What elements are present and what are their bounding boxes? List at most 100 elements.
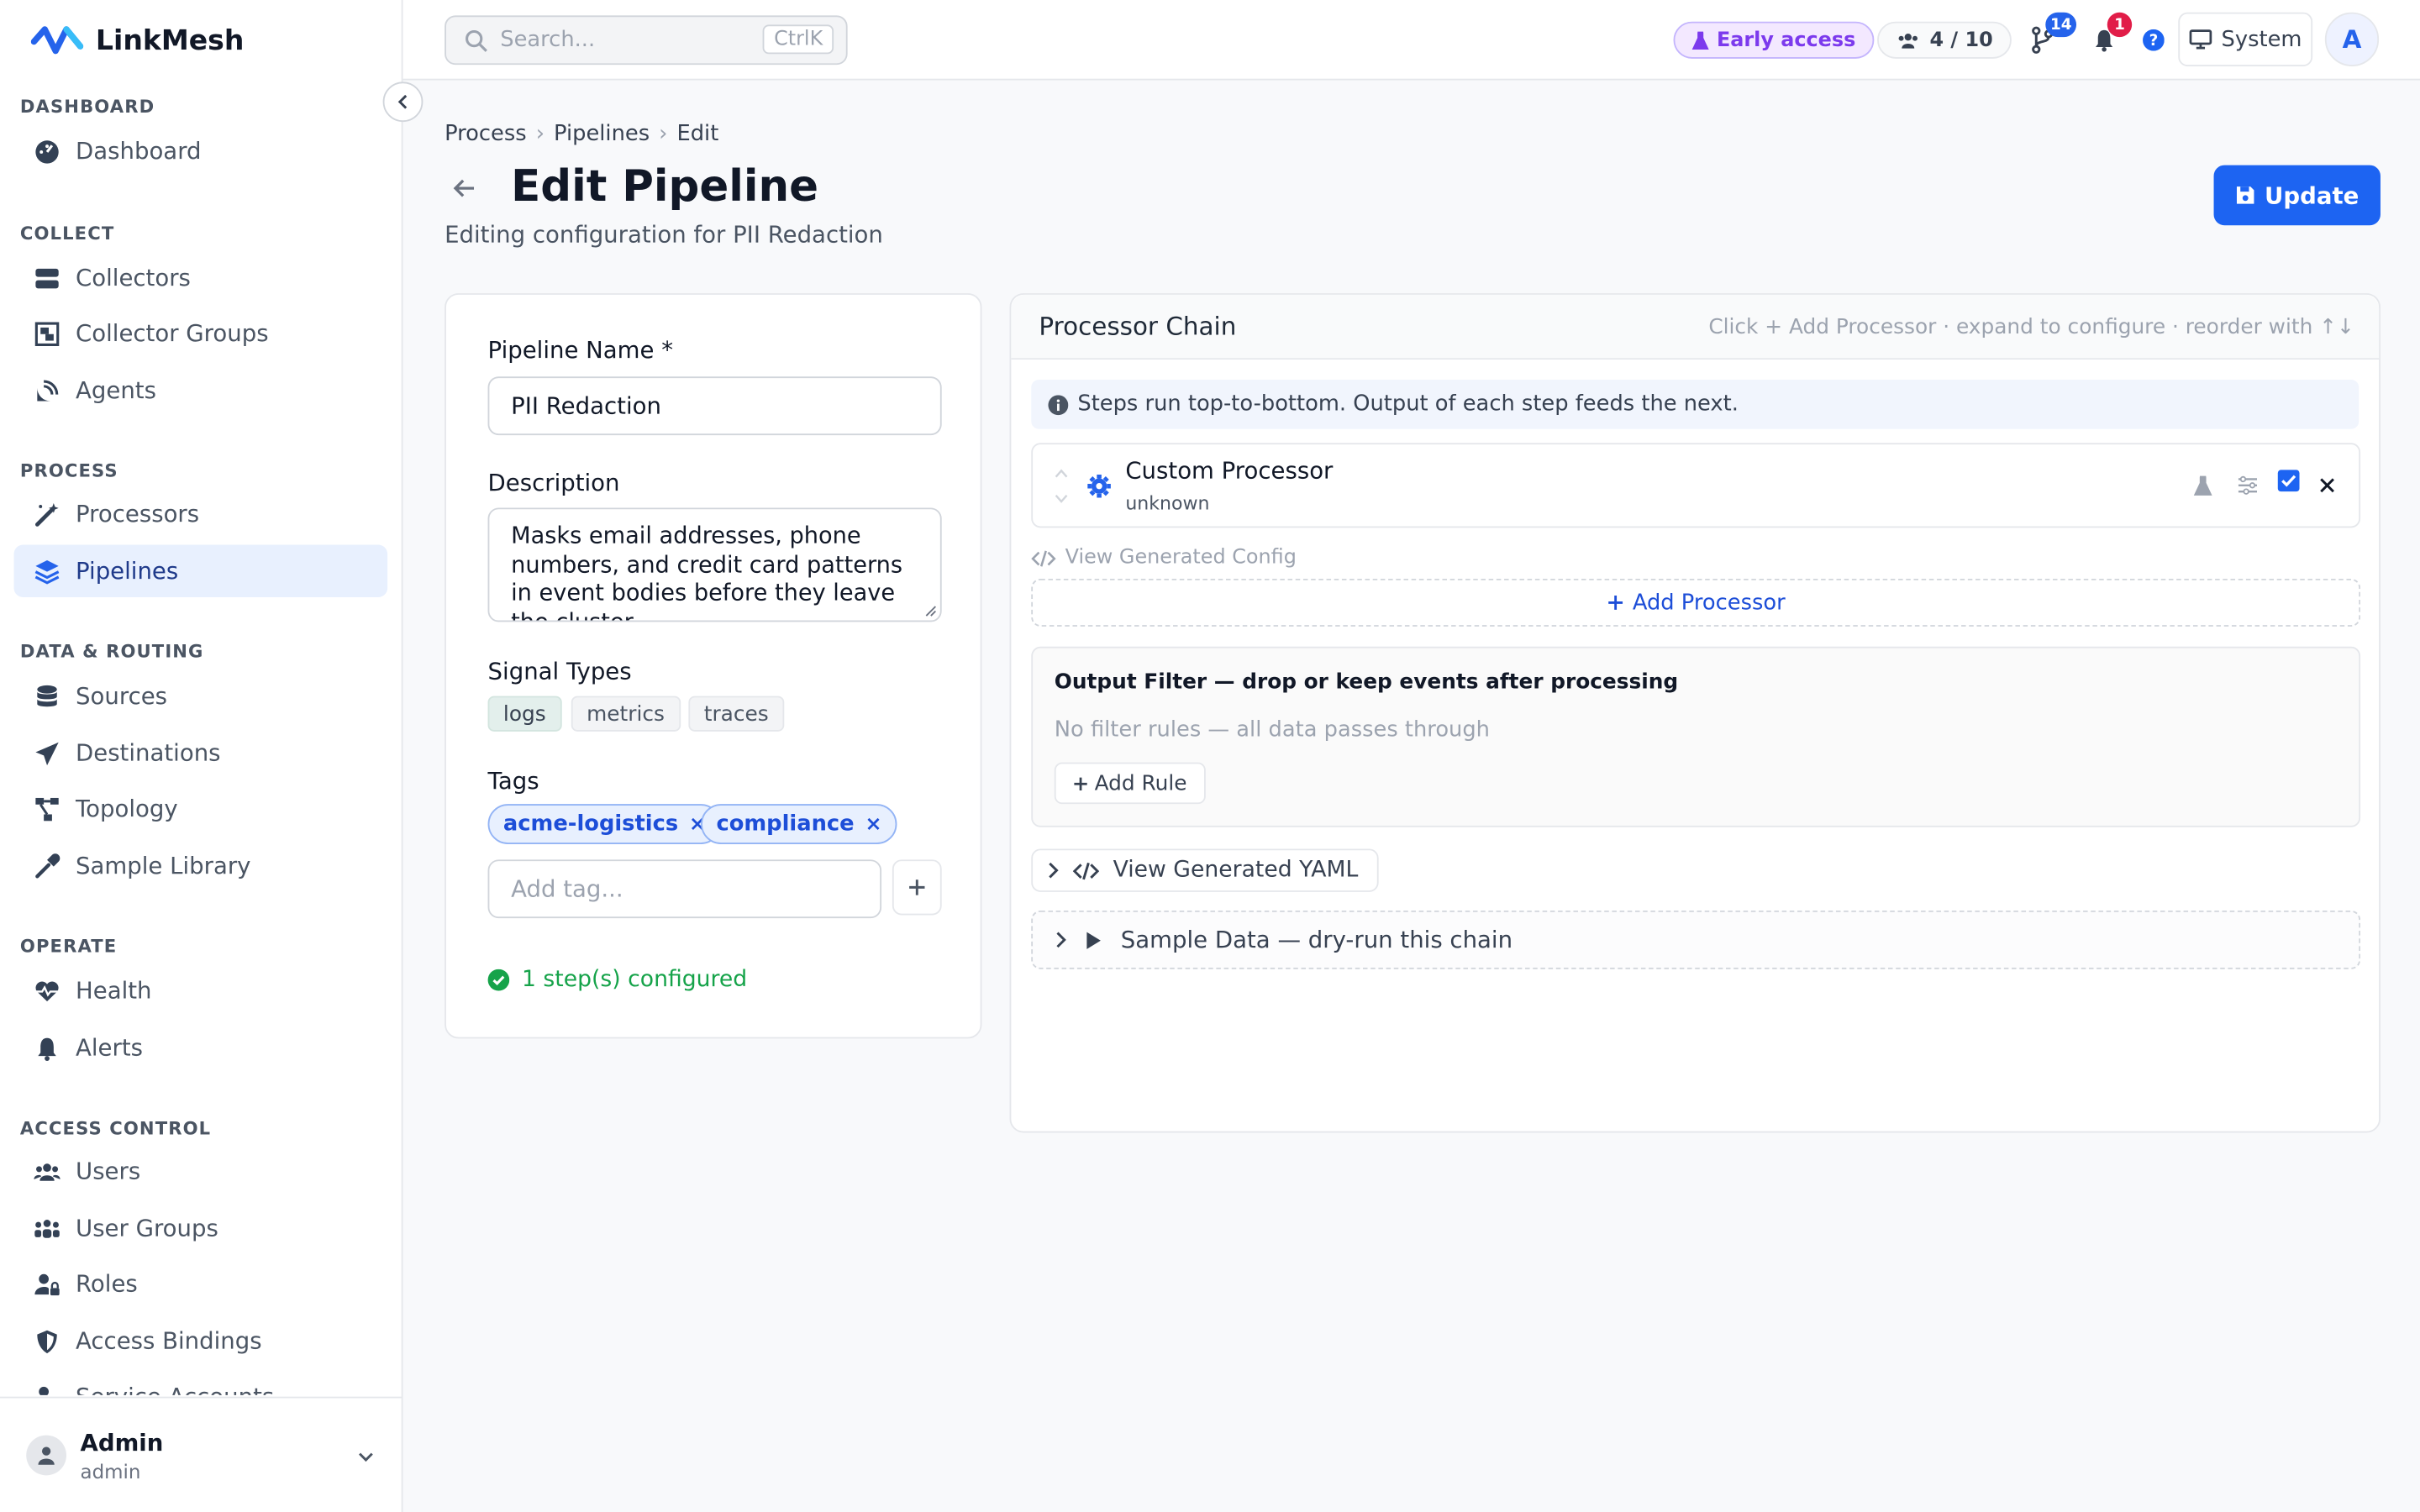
processor-chain-hint: Click + Add Processor · expand to config…	[1708, 314, 2354, 340]
chevron-down-icon	[359, 1452, 373, 1462]
info-text: Steps run top-to-bottom. Output of each …	[1077, 391, 1739, 417]
add-processor-button[interactable]: Add Processor	[1031, 578, 2361, 627]
sidebar-item-pipelines[interactable]: Pipelines	[13, 544, 388, 597]
app-name: LinkMesh	[95, 24, 245, 57]
sidebar-item-dashboard[interactable]: Dashboard	[14, 125, 388, 177]
sidebar-item-collectors[interactable]: Collectors	[14, 251, 388, 303]
sidebar-item-label: Roles	[76, 1270, 138, 1299]
update-label: Update	[2265, 181, 2360, 209]
sidebar-item-destinations[interactable]: Destinations	[14, 727, 388, 779]
notification-badge: 1	[2107, 12, 2133, 38]
chevron-right-icon	[1049, 862, 1059, 879]
processor-chain-header: Processor Chain Click + Add Processor · …	[1011, 294, 2380, 360]
eyedropper-icon	[35, 853, 60, 878]
breadcrumb-process[interactable]: Process	[445, 122, 527, 146]
play-icon	[1086, 931, 1101, 948]
sidebar-item-processors[interactable]: Processors	[14, 488, 388, 540]
sample-data-toggle[interactable]: Sample Data — dry-run this chain	[1031, 910, 2361, 969]
enabled-checkbox[interactable]	[2277, 470, 2301, 493]
description-label: Description	[487, 469, 620, 497]
add-tag-input[interactable]: Add tag...	[487, 859, 882, 919]
sidebar-item-user-groups[interactable]: User Groups	[14, 1202, 388, 1254]
notifications-button[interactable]: 1	[2089, 12, 2133, 55]
satellite-dish-icon	[37, 379, 59, 401]
section-dashboard: DASHBOARD	[19, 95, 155, 118]
view-config-link[interactable]: View Generated Config	[1031, 546, 1297, 570]
user-menu[interactable]: Admin admin	[0, 1396, 403, 1512]
user-icon	[38, 1446, 55, 1465]
pipeline-name-input[interactable]: PII Redaction	[487, 376, 942, 436]
database-icon	[37, 684, 57, 706]
processor-step[interactable]: Custom Processor unknown	[1031, 443, 2361, 528]
description-textarea[interactable]: Masks email addresses, phone numbers, an…	[487, 507, 942, 622]
users-icon	[1898, 33, 1918, 48]
signal-chip-traces[interactable]: traces	[688, 696, 785, 732]
sidebar-item-label: Alerts	[76, 1033, 143, 1062]
sidebar-item-collector-groups[interactable]: Collector Groups	[14, 307, 388, 360]
sidebar-item-alerts[interactable]: Alerts	[14, 1021, 388, 1074]
user-role: admin	[80, 1459, 141, 1483]
back-button[interactable]	[450, 175, 478, 208]
add-rule-button[interactable]: Add Rule	[1054, 762, 1206, 805]
users-icon	[34, 1163, 60, 1180]
sidebar-item-label: Processors	[76, 500, 200, 528]
breadcrumb-pipelines[interactable]: Pipelines	[554, 122, 650, 146]
paper-plane-icon	[35, 741, 59, 765]
search-icon	[466, 29, 487, 51]
add-processor-label: Add Processor	[1632, 590, 1786, 616]
resize-handle-icon[interactable]	[923, 603, 938, 617]
sidebar-item-topology[interactable]: Topology	[14, 782, 388, 834]
help-icon: ?	[2143, 29, 2165, 51]
user-lock-icon	[34, 1273, 60, 1295]
processor-chain-card: Processor Chain Click + Add Processor · …	[1009, 293, 2381, 1133]
signal-chip-metrics[interactable]: metrics	[571, 696, 681, 732]
user-gear-icon	[39, 1385, 49, 1395]
sidebar-item-label: Pipelines	[76, 557, 179, 585]
app-logo[interactable]: LinkMesh	[30, 15, 245, 65]
code-icon	[1031, 549, 1056, 566]
view-config-label: View Generated Config	[1065, 546, 1297, 570]
tag-chip: compliance ×	[701, 804, 897, 844]
sidebar-item-sources[interactable]: Sources	[14, 669, 388, 722]
sidebar-item-health[interactable]: Health	[14, 964, 388, 1016]
remove-tag-icon[interactable]: ×	[865, 812, 881, 836]
breadcrumb-separator-icon: ›	[535, 122, 545, 147]
plus-icon	[1074, 776, 1087, 790]
plus-icon	[909, 879, 925, 895]
section-access-control: ACCESS CONTROL	[19, 1117, 212, 1139]
early-access-badge[interactable]: Early access	[1673, 21, 1875, 59]
flask-test-icon[interactable]	[2193, 475, 2212, 497]
save-icon	[2236, 186, 2254, 204]
breadcrumb-edit: Edit	[676, 122, 719, 147]
reorder-arrows-icon[interactable]	[1055, 468, 1069, 505]
chevron-right-icon	[1056, 932, 1066, 948]
processor-name: Custom Processor	[1125, 456, 1334, 485]
sidebar-item-access-bindings[interactable]: Access Bindings	[14, 1315, 388, 1367]
search-input[interactable]: Search... CtrlK	[445, 15, 848, 66]
sidebar-item-sample-library[interactable]: Sample Library	[14, 839, 388, 891]
signal-chip-logs[interactable]: logs	[487, 696, 562, 732]
sidebar-item-service-accounts[interactable]: Service Accounts	[14, 1370, 388, 1395]
sidebar-item-agents[interactable]: Agents	[14, 365, 388, 417]
arrow-left-icon	[453, 179, 475, 197]
help-button[interactable]: ?	[2139, 24, 2170, 55]
account-avatar[interactable]: A	[2324, 12, 2380, 66]
sidebar-item-label: Collectors	[76, 264, 191, 292]
sidebar-item-roles[interactable]: Roles	[14, 1257, 388, 1310]
sidebar-item-label: Dashboard	[76, 137, 202, 165]
remove-processor-icon[interactable]	[2318, 477, 2335, 494]
people-group-icon	[34, 1219, 60, 1237]
theme-selector[interactable]: System	[2178, 12, 2313, 66]
add-tag-button[interactable]	[892, 859, 942, 916]
update-button[interactable]: Update	[2213, 165, 2381, 226]
sidebar-item-users[interactable]: Users	[14, 1145, 388, 1197]
magic-wand-icon	[34, 502, 59, 526]
sidebar-item-label: Agents	[76, 376, 156, 405]
sliders-icon[interactable]	[2237, 475, 2259, 496]
code-icon	[1072, 862, 1100, 879]
seats-counter[interactable]: 4 / 10	[1877, 21, 2012, 59]
collapse-sidebar-button[interactable]	[382, 81, 424, 123]
git-changes-button[interactable]: 14	[2027, 12, 2077, 55]
flask-icon	[1691, 30, 1709, 50]
view-yaml-toggle[interactable]: View Generated YAML	[1031, 848, 1379, 892]
